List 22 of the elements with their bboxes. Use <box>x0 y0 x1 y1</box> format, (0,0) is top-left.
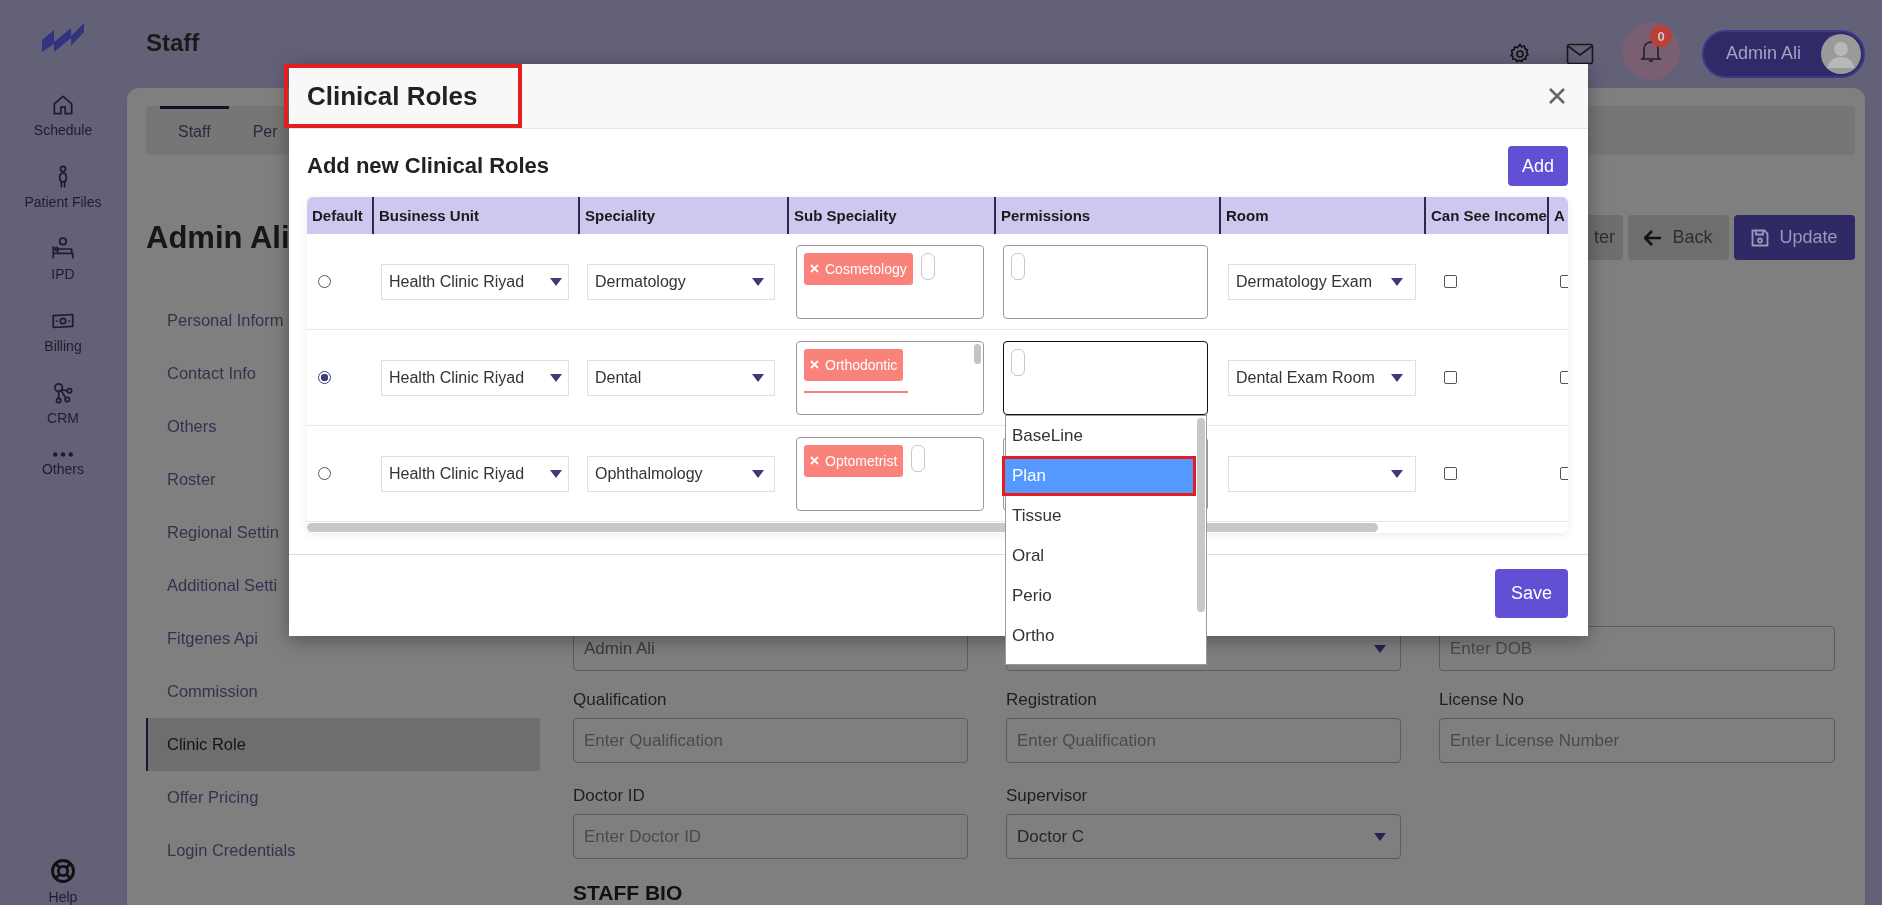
tag: Orthodontic <box>804 348 904 381</box>
column-header: Speciality <box>578 197 787 234</box>
section-title: Add new Clinical Roles <box>307 153 550 179</box>
modal-title: Clinical Roles <box>284 64 522 128</box>
section-heading: STAFF BIO <box>573 882 684 904</box>
column-header: Room <box>1219 197 1424 234</box>
column-header: Default <box>311 206 364 226</box>
field-label: Doctor ID <box>573 786 646 806</box>
tag: Optometrist <box>804 444 904 477</box>
field-label: Supervisor <box>1006 786 1089 806</box>
staff-name: Admin Ali <box>146 219 290 256</box>
column-header: Business Unit <box>372 197 578 234</box>
column-header: Permissions <box>994 197 1219 234</box>
tag: Cosmetology <box>804 252 913 285</box>
field-label: License No <box>1439 690 1526 710</box>
field-label: Qualification <box>573 690 668 710</box>
count-badge: 0 <box>1650 25 1672 47</box>
column-header: Sub Speciality <box>787 197 994 234</box>
column-header: A <box>1547 197 1568 234</box>
field-label: Registration <box>1006 690 1098 710</box>
column-header: Can See Income <box>1424 197 1547 234</box>
page-title: Staff <box>146 29 200 57</box>
